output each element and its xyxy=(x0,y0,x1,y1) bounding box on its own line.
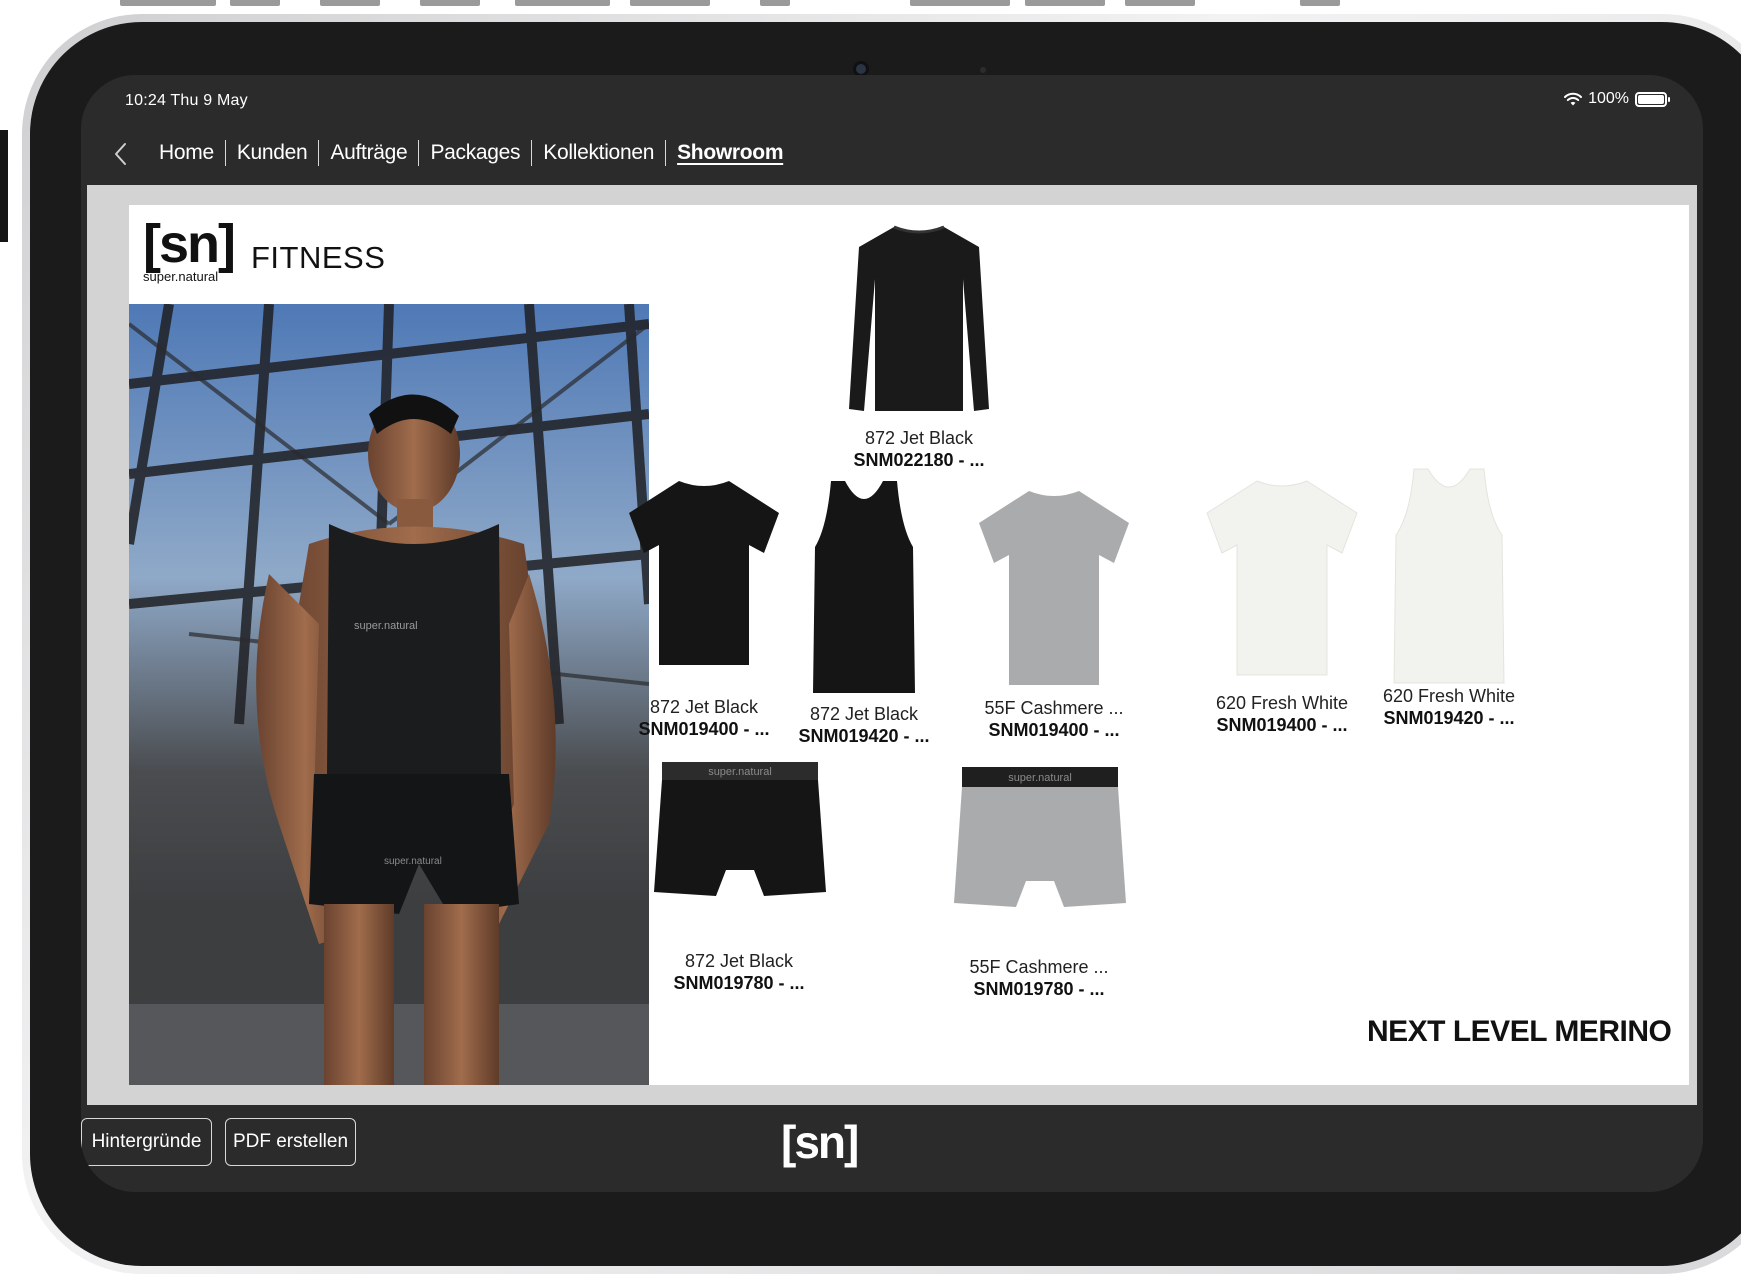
product-color: 872 Jet Black xyxy=(649,697,759,717)
camera-icon xyxy=(856,64,866,74)
navigation-bar: Home Kunden Aufträge Packages Kollektion… xyxy=(81,125,1703,185)
product-card[interactable]: 55F Cashmere ... SNM019400 - ... xyxy=(969,485,1139,741)
background-thumbnail xyxy=(120,0,216,6)
product-image-boxer: super.natural xyxy=(954,767,1126,907)
nav-kunden[interactable]: Kunden xyxy=(237,141,308,165)
product-color: 620 Fresh White xyxy=(1215,693,1349,713)
breadcrumb: Home Kunden Aufträge Packages Kollektion… xyxy=(159,140,784,166)
background-thumbnail xyxy=(1125,0,1195,6)
svg-text:super.natural: super.natural xyxy=(708,766,772,778)
lookbook-page[interactable]: [sn] super.natural FITNESS super.natural… xyxy=(129,205,1689,1085)
product-sku: SNM019400 - ... xyxy=(1216,714,1348,735)
chevron-left-icon[interactable] xyxy=(111,142,131,166)
product-image-boxer: super.natural xyxy=(654,762,826,896)
nav-showroom[interactable]: Showroom xyxy=(677,141,783,165)
background-thumbnail xyxy=(630,0,710,6)
product-card[interactable]: super.natural 55F Cashmere ... SNM019780… xyxy=(954,765,1126,1000)
background-thumbnail xyxy=(1025,0,1105,6)
status-bar: 10:24 Thu 9 May 100% xyxy=(81,75,1703,125)
svg-text:super.natural: super.natural xyxy=(1008,772,1072,784)
battery-percent: 100% xyxy=(1588,90,1629,107)
product-card[interactable]: super.natural 872 Jet Black SNM019780 - … xyxy=(654,760,826,994)
svg-text:super.natural: super.natural xyxy=(354,620,418,632)
background-thumbnail xyxy=(1300,0,1340,6)
battery-icon xyxy=(1635,91,1670,107)
sensor-icon xyxy=(980,67,986,73)
product-image-longsleeve xyxy=(849,225,989,411)
background-thumbnail xyxy=(230,0,280,6)
background-thumbnail xyxy=(320,0,380,6)
bottom-toolbar: Hintergründe PDF erstellen [sn] xyxy=(81,1105,1703,1192)
showroom-canvas: [sn] super.natural FITNESS super.natural… xyxy=(87,185,1697,1105)
background-thumbnail xyxy=(420,0,480,6)
nav-divider xyxy=(224,140,226,166)
status-indicators: 100% xyxy=(1564,90,1670,108)
product-color: 55F Cashmere ... xyxy=(969,957,1109,977)
product-image-tshirt xyxy=(629,481,779,665)
nav-divider xyxy=(665,140,667,166)
product-card[interactable]: 872 Jet Black SNM022180 - ... xyxy=(809,219,1029,471)
product-sku: SNM022180 - ... xyxy=(853,449,985,470)
background-thumbnail xyxy=(760,0,790,6)
create-pdf-button[interactable]: PDF erstellen xyxy=(225,1118,356,1166)
status-time: 10:24 Thu 9 May xyxy=(125,92,248,109)
background-thumbnail xyxy=(515,0,610,6)
brand-logo-mark: [sn] xyxy=(143,214,236,274)
product-card[interactable]: 872 Jet Black SNM019400 - ... xyxy=(619,475,789,740)
background-edge xyxy=(0,130,8,242)
product-card[interactable]: 620 Fresh White SNM019400 - ... xyxy=(1197,475,1367,736)
product-color: 872 Jet Black xyxy=(809,704,919,724)
brand-logo: [sn] super.natural xyxy=(143,214,236,284)
product-image-tanktop xyxy=(1393,468,1505,684)
nav-packages[interactable]: Packages xyxy=(430,141,520,165)
product-sku: SNM019780 - ... xyxy=(673,972,805,993)
background-thumbnail xyxy=(910,0,1010,6)
product-color: 872 Jet Black xyxy=(684,951,794,971)
svg-text:super.natural: super.natural xyxy=(384,856,442,867)
nav-divider xyxy=(318,140,320,166)
nav-divider xyxy=(418,140,420,166)
product-sku: SNM019420 - ... xyxy=(798,725,930,746)
tablet-screen: 10:24 Thu 9 May 100% Home Kunden Aufträg… xyxy=(81,75,1703,1192)
footer-logo: [sn] xyxy=(781,1116,859,1168)
nav-auftraege[interactable]: Aufträge xyxy=(330,141,407,165)
product-image-tanktop xyxy=(813,481,915,693)
product-sku: SNM019400 - ... xyxy=(638,718,770,739)
product-image-tshirt xyxy=(1206,480,1358,676)
product-color: 620 Fresh White xyxy=(1382,686,1516,706)
nav-divider xyxy=(531,140,533,166)
product-sku: SNM019420 - ... xyxy=(1383,707,1515,728)
nav-kollektionen[interactable]: Kollektionen xyxy=(543,141,654,165)
product-color: 55F Cashmere ... xyxy=(984,698,1124,718)
backgrounds-button[interactable]: Hintergründe xyxy=(81,1118,212,1166)
hero-photo[interactable]: super.natural super.natural xyxy=(129,304,649,1085)
collection-title: FITNESS xyxy=(251,240,386,275)
tagline: NEXT LEVEL MERINO xyxy=(1367,1015,1672,1048)
product-sku: SNM019400 - ... xyxy=(988,719,1120,740)
product-card[interactable]: 620 Fresh White SNM019420 - ... xyxy=(1369,465,1529,729)
product-card[interactable]: 872 Jet Black SNM019420 - ... xyxy=(789,477,939,747)
nav-home[interactable]: Home xyxy=(159,141,214,165)
background-strip xyxy=(0,0,1741,14)
product-color: 872 Jet Black xyxy=(864,428,974,448)
product-sku: SNM019780 - ... xyxy=(973,978,1105,999)
wifi-icon xyxy=(1564,92,1583,106)
product-image-tshirt xyxy=(979,491,1129,685)
